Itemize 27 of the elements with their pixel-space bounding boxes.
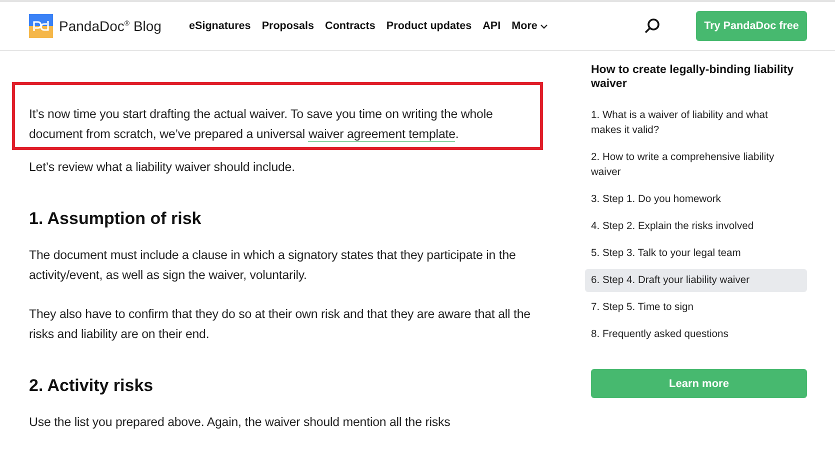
chevron-icon xyxy=(540,24,548,28)
toc-title: How to create legally-binding liability waiver xyxy=(591,63,795,91)
nav-link[interactable]: Product updates xyxy=(386,20,472,32)
section-heading: 1. Assumption of risk xyxy=(28,208,202,230)
toc-item[interactable]: 3. Step 1. Do you homework xyxy=(585,188,807,211)
toc-item[interactable]: 4. Step 2. Explain the risks involved xyxy=(585,215,807,238)
toc-item[interactable]: 8. Frequently asked questions xyxy=(585,323,807,346)
toc-item[interactable]: 6. Step 4. Draft your liability waiver xyxy=(585,269,807,292)
search-icon[interactable] xyxy=(644,18,660,34)
paragraph: They also have to confirm that they do so at their own risk and that they are aware that all the risks and liability are on their end. xyxy=(28,306,532,343)
toc-item[interactable]: 5. Step 3. Talk to your legal team xyxy=(585,242,807,265)
toc-item[interactable]: 2. How to write a comprehensive liability waiver xyxy=(585,146,807,184)
template-link[interactable]: waiver agreement template xyxy=(308,127,456,142)
nav-link[interactable]: Proposals xyxy=(262,20,314,32)
section-heading: 2. Activity risks xyxy=(28,375,154,397)
nav-link[interactable]: Contracts xyxy=(325,20,376,32)
paragraph: Use the list you prepared above. Again, the waiver should mention all the risks xyxy=(28,414,452,431)
logo-icon[interactable] xyxy=(29,14,53,38)
logo-text[interactable]: PandaDoc$^{®}$ Blog xyxy=(59,18,162,34)
toc-item[interactable]: 7. Step 5. Time to sign xyxy=(585,296,807,319)
nav-link[interactable]: API xyxy=(482,20,501,32)
toc-item[interactable]: 1. What is a waiver of liability and what makes it valid? xyxy=(585,104,807,142)
more-menu[interactable]: More xyxy=(512,20,548,32)
nav-link[interactable]: eSignatures xyxy=(189,20,251,32)
paragraph: The document must include a clause in which a signatory states that they participate in the activity/event, as well as sign the waiver, voluntarily. xyxy=(28,247,517,284)
paragraph: It’s now time you start drafting the actual waiver. To save you time on writing the whole document from scratch, we’ve prepared a universal waiver agreement template. xyxy=(29,106,494,144)
paragraph: Let’s review what a liability waiver should include. xyxy=(28,159,296,176)
